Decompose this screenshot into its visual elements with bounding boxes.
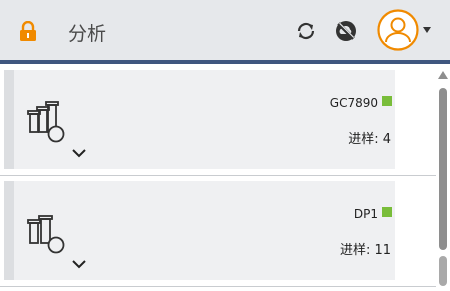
instrument-list: GC7890 进样: 4 DP1 进样: 11 — [0, 64, 436, 291]
card-divider — [0, 286, 436, 287]
instrument-name: DP1 — [353, 207, 378, 221]
user-avatar-icon[interactable] — [377, 9, 419, 51]
app-header: 分析 — [0, 0, 450, 60]
scroll-up-arrow-icon[interactable] — [438, 71, 448, 79]
card-stripe — [4, 70, 14, 169]
card-stripe — [4, 181, 14, 280]
injection-count: 进样: 4 — [348, 132, 391, 147]
injection-count: 进样: 11 — [339, 243, 391, 258]
chevron-down-icon[interactable] — [72, 149, 86, 158]
card-divider — [0, 175, 436, 176]
instrument-icon — [27, 215, 65, 254]
scrollbar-lower-area[interactable] — [439, 256, 447, 286]
scrollbar-thumb[interactable] — [439, 88, 447, 250]
lock-icon[interactable] — [19, 21, 37, 41]
status-indicator — [382, 96, 392, 106]
page-title: 分析 — [68, 23, 107, 45]
card-right-edge — [395, 70, 431, 169]
instrument-icon — [27, 101, 65, 143]
chevron-down-icon[interactable] — [72, 260, 86, 269]
instrument-card[interactable]: DP1 进样: 11 — [4, 181, 431, 280]
card-right-edge — [395, 181, 431, 280]
instrument-card[interactable]: GC7890 进样: 4 — [4, 70, 431, 169]
no-cloud-icon[interactable] — [335, 20, 357, 42]
instrument-name: GC7890 — [329, 96, 378, 110]
status-indicator — [382, 207, 392, 217]
refresh-icon[interactable] — [295, 20, 317, 42]
caret-down-icon[interactable] — [423, 27, 431, 33]
